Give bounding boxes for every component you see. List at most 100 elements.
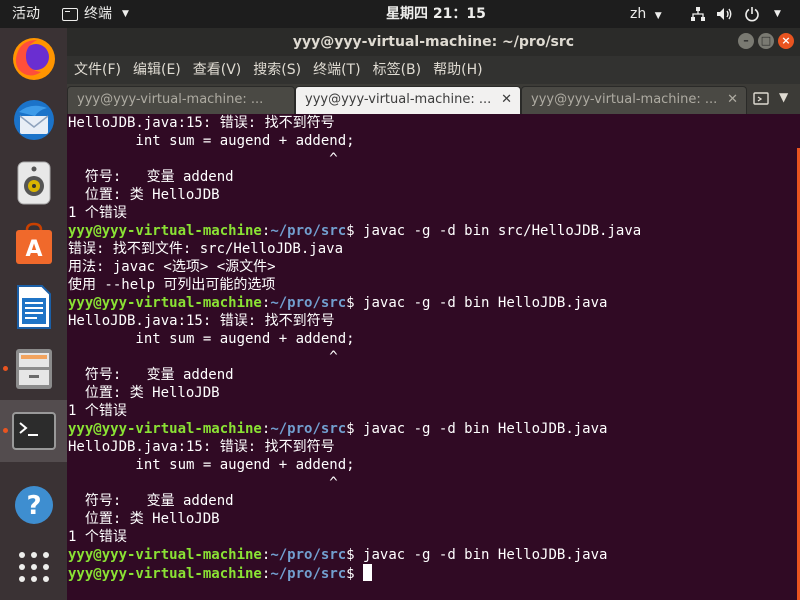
dock-item-show-apps[interactable] xyxy=(0,536,67,598)
prompt-line: yyy@yyy-virtual-machine:~/pro/src$ xyxy=(68,564,800,582)
dock-item-terminal[interactable] xyxy=(0,400,67,462)
prompt-path: ~/pro/src xyxy=(270,223,347,239)
terminal-window: yyy@yyy-virtual-machine: ~/pro/src – □ ×… xyxy=(67,28,800,600)
rhythmbox-icon xyxy=(17,161,50,205)
window-titlebar[interactable]: yyy@yyy-virtual-machine: ~/pro/src – □ × xyxy=(67,28,800,56)
clock[interactable]: 星期四 21：15 xyxy=(386,0,486,28)
svg-text:?: ? xyxy=(26,491,41,521)
dock-item-writer[interactable] xyxy=(0,276,67,338)
menu-edit[interactable]: 编辑(E) xyxy=(133,56,181,84)
dock-item-firefox[interactable] xyxy=(0,28,67,90)
thunderbird-icon xyxy=(13,100,54,140)
maximize-button[interactable]: □ xyxy=(758,33,774,49)
firefox-icon xyxy=(12,38,55,80)
tab-label: yyy@yyy-virtual-machine: ... xyxy=(305,92,492,107)
output-line: ^ xyxy=(68,475,338,491)
prompt-dollar: $ xyxy=(346,421,364,437)
new-tab-button[interactable] xyxy=(753,90,773,108)
output-line: ^ xyxy=(68,151,338,167)
output-line: 1 个错误 xyxy=(68,529,127,545)
activities-button[interactable]: 活动 xyxy=(12,0,40,28)
output-line: 1 个错误 xyxy=(68,403,127,419)
command-text: javac -g -d bin src/HelloJDB.java xyxy=(363,223,642,239)
app-menu-label: 终端 xyxy=(84,6,112,22)
output-line: 位置: 类 HelloJDB xyxy=(68,511,220,527)
output-line: HelloJDB.java:15: 错误: 找不到符号 xyxy=(68,439,335,455)
prompt-path: ~/pro/src xyxy=(270,421,347,437)
close-tab-icon[interactable]: ✕ xyxy=(501,87,512,113)
top-bar: 活动 终端 ▼ 星期四 21：15 zh ▼ ▼ xyxy=(0,0,800,28)
tab-2[interactable]: yyy@yyy-virtual-machine: ... ✕ xyxy=(295,86,521,114)
menu-file[interactable]: 文件(F) xyxy=(74,56,121,84)
output-line: 符号: 变量 addend xyxy=(68,169,234,185)
close-button[interactable]: × xyxy=(778,33,794,49)
app-menu[interactable]: 终端 ▼ xyxy=(62,0,129,28)
output-line: 用法: javac <选项> <源文件> xyxy=(68,259,276,275)
chevron-down-icon: ▼ xyxy=(774,9,781,19)
network-icon xyxy=(691,7,705,21)
menu-view[interactable]: 查看(V) xyxy=(193,56,242,84)
svg-text:A: A xyxy=(25,237,42,262)
dock-item-files[interactable] xyxy=(0,338,67,400)
output-line: int sum = augend + addend; xyxy=(68,457,355,473)
menu-tabs[interactable]: 标签(B) xyxy=(373,56,422,84)
text-cursor xyxy=(363,564,373,581)
output-line: 使用 --help 可列出可能的选项 xyxy=(68,277,276,293)
command-text: javac -g -d bin HelloJDB.java xyxy=(363,547,608,563)
tab-3[interactable]: yyy@yyy-virtual-machine: ... ✕ xyxy=(521,86,747,114)
output-line: 错误: 找不到文件: src/HelloJDB.java xyxy=(68,241,344,257)
power-icon xyxy=(745,7,759,22)
prompt-line: yyy@yyy-virtual-machine:~/pro/src$ javac… xyxy=(68,222,800,240)
running-indicator xyxy=(3,366,8,371)
dock-item-thunderbird[interactable] xyxy=(0,90,67,152)
command-text: javac -g -d bin HelloJDB.java xyxy=(363,295,608,311)
software-center-icon: A xyxy=(15,222,52,264)
prompt-line: yyy@yyy-virtual-machine:~/pro/src$ javac… xyxy=(68,546,800,564)
input-method-indicator[interactable]: zh ▼ xyxy=(630,0,662,28)
dock-item-rhythmbox[interactable] xyxy=(0,152,67,214)
prompt-dollar: $ xyxy=(346,295,364,311)
output-line: 位置: 类 HelloJDB xyxy=(68,187,220,203)
menu-terminal[interactable]: 终端(T) xyxy=(313,56,360,84)
close-tab-icon[interactable]: ✕ xyxy=(727,87,738,113)
output-line: 符号: 变量 addend xyxy=(68,493,234,509)
tab-label: yyy@yyy-virtual-machine: ... xyxy=(77,92,264,107)
dock-item-help[interactable]: ? xyxy=(0,474,67,536)
running-indicator xyxy=(3,428,8,433)
output-line: 符号: 变量 addend xyxy=(68,367,234,383)
menu-help[interactable]: 帮助(H) xyxy=(433,56,482,84)
prompt-dollar: $ xyxy=(346,223,364,239)
command-text: javac -g -d bin HelloJDB.java xyxy=(363,421,608,437)
menu-search[interactable]: 搜索(S) xyxy=(253,56,301,84)
prompt-user: yyy@yyy-virtual-machine xyxy=(68,547,262,563)
help-icon: ? xyxy=(14,486,53,524)
prompt-user: yyy@yyy-virtual-machine xyxy=(68,223,262,239)
prompt-path: ~/pro/src xyxy=(270,566,347,582)
input-method-label: zh xyxy=(630,6,647,22)
chevron-down-icon: ▼ xyxy=(654,11,662,21)
output-line: 位置: 类 HelloJDB xyxy=(68,385,220,401)
dock: A ? xyxy=(0,28,67,600)
prompt-path: ~/pro/src xyxy=(270,295,347,311)
files-icon xyxy=(15,349,52,389)
output-line: int sum = augend + addend; xyxy=(68,133,355,149)
terminal-small-icon xyxy=(62,7,78,21)
prompt-dollar: $ xyxy=(346,547,364,563)
prompt-user: yyy@yyy-virtual-machine xyxy=(68,421,262,437)
tab-label: yyy@yyy-virtual-machine: ... xyxy=(531,92,718,107)
tab-menu-chevron-down-icon[interactable]: ▼ xyxy=(779,90,788,104)
window-controls: – □ × xyxy=(738,33,794,49)
tab-1[interactable]: yyy@yyy-virtual-machine: ... xyxy=(67,86,295,114)
terminal-icon xyxy=(11,412,56,450)
minimize-button[interactable]: – xyxy=(738,33,754,49)
prompt-line: yyy@yyy-virtual-machine:~/pro/src$ javac… xyxy=(68,420,800,438)
prompt-dollar: $ xyxy=(346,566,364,582)
terminal-output[interactable]: HelloJDB.java:15: 错误: 找不到符号 int sum = au… xyxy=(67,114,800,600)
system-tray[interactable]: ▼ xyxy=(690,0,781,28)
prompt-line: yyy@yyy-virtual-machine:~/pro/src$ javac… xyxy=(68,294,800,312)
show-apps-icon xyxy=(18,552,49,582)
output-line: 1 个错误 xyxy=(68,205,127,221)
dock-item-software[interactable]: A xyxy=(0,214,67,276)
output-line: HelloJDB.java:15: 错误: 找不到符号 xyxy=(68,313,335,329)
volume-icon xyxy=(717,8,732,20)
